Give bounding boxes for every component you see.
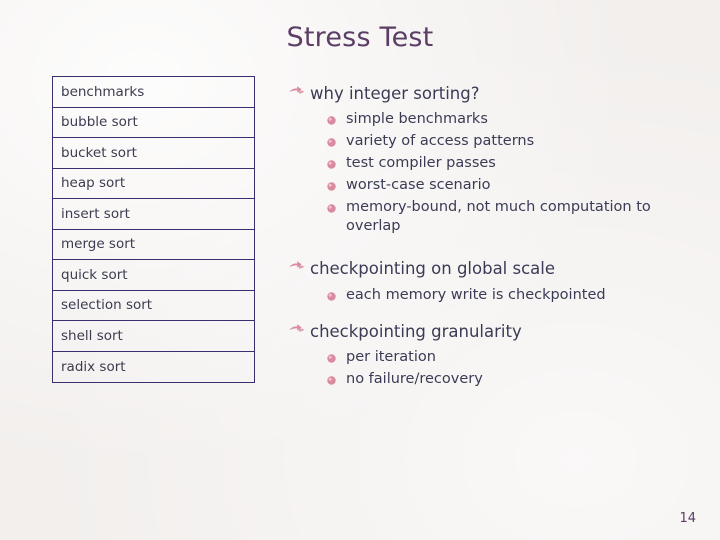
bullet-dot-icon	[326, 348, 346, 364]
bullet-heading-text: checkpointing granularity	[310, 322, 522, 342]
bullet-group: checkpointing granularity per iteration	[288, 320, 698, 389]
benchmarks-table: benchmarks bubble sort bucket sort heap …	[52, 76, 255, 383]
sub-bullet-text: no failure/recovery	[346, 371, 483, 388]
bullet-heading: checkpointing granularity	[288, 320, 698, 342]
sub-bullet-text: variety of access patterns	[346, 133, 535, 150]
table-row: radix sort	[61, 358, 126, 375]
table-row: merge sort	[53, 230, 254, 260]
bullet-heading-text: checkpointing on global scale	[310, 259, 556, 279]
sub-bullet: worst-case scenario	[326, 176, 698, 195]
bullet-dot-icon	[326, 286, 346, 302]
sub-bullet: simple benchmarks	[326, 110, 698, 129]
bullet-group: checkpointing on global scale each memor…	[288, 257, 698, 304]
page-number: 14	[679, 511, 696, 526]
sub-bullet: each memory write is checkpointed	[326, 286, 698, 305]
bullet-heading: why integer sorting?	[288, 82, 698, 104]
sub-bullet: per iteration	[326, 348, 698, 367]
pointing-hand-icon	[288, 320, 310, 337]
bullet-heading-text: why integer sorting?	[310, 84, 480, 103]
sub-bullet: memory-bound, not much computation to ov…	[326, 198, 698, 235]
table-row: benchmarks	[53, 77, 254, 108]
sub-bullet-text: memory-bound, not much computation to ov…	[346, 199, 651, 234]
table-row: shell sort	[53, 321, 254, 352]
bullet-heading: checkpointing on global scale	[288, 257, 698, 279]
sub-bullet: no failure/recovery	[326, 370, 698, 389]
bullet-dot-icon	[326, 176, 346, 192]
sub-bullet-text: per iteration	[346, 349, 436, 366]
bullet-dot-icon	[326, 132, 346, 148]
table-row: heap sort	[53, 169, 254, 199]
sub-bullet: variety of access patterns	[326, 132, 698, 151]
table-row: bucket sort	[53, 138, 254, 169]
sub-bullet-text: simple benchmarks	[346, 111, 488, 128]
sub-bullet-list: simple benchmarks variety of access patt…	[326, 110, 698, 235]
sub-bullet-text: each memory write is checkpointed	[346, 286, 606, 303]
sub-bullet: test compiler passes	[326, 154, 698, 173]
table-row: selection sort	[53, 291, 254, 321]
table-row: insert sort	[53, 199, 254, 230]
pointing-hand-icon	[288, 82, 310, 99]
bullet-dot-icon	[326, 370, 346, 386]
bullet-dot-icon	[326, 110, 346, 126]
sub-bullet-text: test compiler passes	[346, 155, 496, 172]
bullet-dot-icon	[326, 198, 346, 214]
bullet-column: why integer sorting? simple benchmarks v…	[288, 82, 698, 405]
table-row: bubble sort	[53, 108, 254, 138]
sub-bullet-text: worst-case scenario	[346, 177, 491, 194]
bullet-dot-icon	[326, 154, 346, 170]
slide-canvas: Stress Test benchmarks bubble sort bucke…	[0, 0, 720, 540]
pointing-hand-icon	[288, 257, 310, 274]
bullet-group: why integer sorting? simple benchmarks v…	[288, 82, 698, 235]
table-row: quick sort	[53, 260, 254, 291]
sub-bullet-list: each memory write is checkpointed	[326, 286, 698, 305]
page-title: Stress Test	[286, 22, 434, 53]
sub-bullet-list: per iteration no failure/recovery	[326, 348, 698, 389]
